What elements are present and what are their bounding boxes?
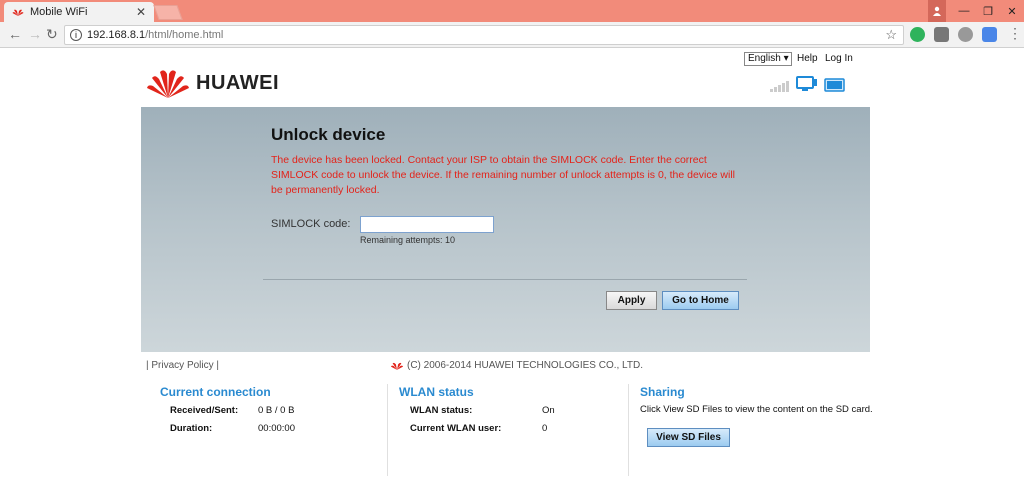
browser-menu-icon[interactable]: ⋮ [1008,25,1022,42]
simlock-code-label: SIMLOCK code: [271,218,351,230]
received-sent-value: 0 B / 0 B [258,405,295,416]
forward-icon[interactable]: → [28,26,42,42]
duration-label: Duration: [170,423,213,434]
battery-icon [824,78,845,92]
wlan-status-title: WLAN status [399,385,474,399]
column-divider [387,384,388,476]
network-monitor-icon [796,76,817,91]
reload-icon[interactable]: ↻ [46,26,58,43]
lock-warning-message: The device has been locked. Contact your… [271,154,735,196]
go-to-home-button[interactable]: Go to Home [662,291,739,310]
current-connection-title: Current connection [160,385,271,399]
login-link[interactable]: Log In [825,53,853,64]
wlan-users-value: 0 [542,423,548,434]
grammarly-extension-icon[interactable] [910,27,925,42]
back-icon[interactable]: ← [8,26,22,42]
restore-icon[interactable]: ❐ [976,0,1000,22]
huawei-small-logo-icon [390,362,404,370]
privacy-policy-link[interactable]: | Privacy Policy | [146,360,219,371]
bookmark-star-icon[interactable]: ☆ [885,26,897,44]
url-host: 192.168.8.1 [87,29,146,41]
close-tab-icon[interactable]: ✕ [136,5,146,19]
info-icon[interactable]: i [70,29,82,41]
wlan-users-label: Current WLAN user: [410,423,502,434]
user-profile-icon[interactable] [928,0,946,22]
view-sd-files-button[interactable]: View SD Files [647,428,730,447]
new-tab-button[interactable] [153,5,183,20]
page-title: Unlock device [271,125,386,144]
apply-button[interactable]: Apply [606,291,657,310]
column-divider [628,384,629,476]
wlan-status-label: WLAN status: [410,405,473,416]
brand-name: HUAWEI [196,71,279,94]
extension-chart-icon[interactable] [934,27,949,42]
wlan-status-value: On [542,405,555,416]
browser-titlebar: Mobile WiFi ✕ — ❐ ✕ [0,0,1024,22]
received-sent-label: Received/Sent: [170,405,239,416]
browser-tab[interactable]: Mobile WiFi ✕ [4,2,154,22]
huawei-logo: HUAWEI [146,66,279,100]
translate-extension-icon[interactable] [982,27,997,42]
help-link[interactable]: Help [797,53,818,64]
huawei-logo-icon [147,70,189,98]
extension-gear-icon[interactable] [958,27,973,42]
copyright: (C) 2006-2014 HUAWEI TECHNOLOGIES CO., L… [390,360,643,371]
remaining-attempts: Remaining attempts: 10 [360,235,456,245]
huawei-favicon-icon [12,9,24,16]
simlock-code-input[interactable] [360,216,494,233]
url-path: /html/home.html [145,29,224,41]
signal-strength-icon [770,81,790,92]
sharing-title: Sharing [640,385,685,399]
sharing-description: Click View SD Files to view the content … [640,404,873,415]
address-bar[interactable]: i 192.168.8.1/html/home.html ☆ [64,25,904,45]
close-window-icon[interactable]: ✕ [1000,0,1024,22]
tab-title: Mobile WiFi [30,6,88,18]
unlock-panel: Unlock device The device has been locked… [141,107,870,352]
language-select[interactable]: English ▾ [744,52,792,66]
browser-toolbar: ← → ↻ i 192.168.8.1/html/home.html ☆ ⋮ [0,22,1024,48]
minimize-icon[interactable]: — [952,0,976,22]
duration-value: 00:00:00 [258,423,295,434]
divider [263,279,747,280]
copyright-text: (C) 2006-2014 HUAWEI TECHNOLOGIES CO., L… [407,360,643,371]
status-icons [770,76,846,92]
